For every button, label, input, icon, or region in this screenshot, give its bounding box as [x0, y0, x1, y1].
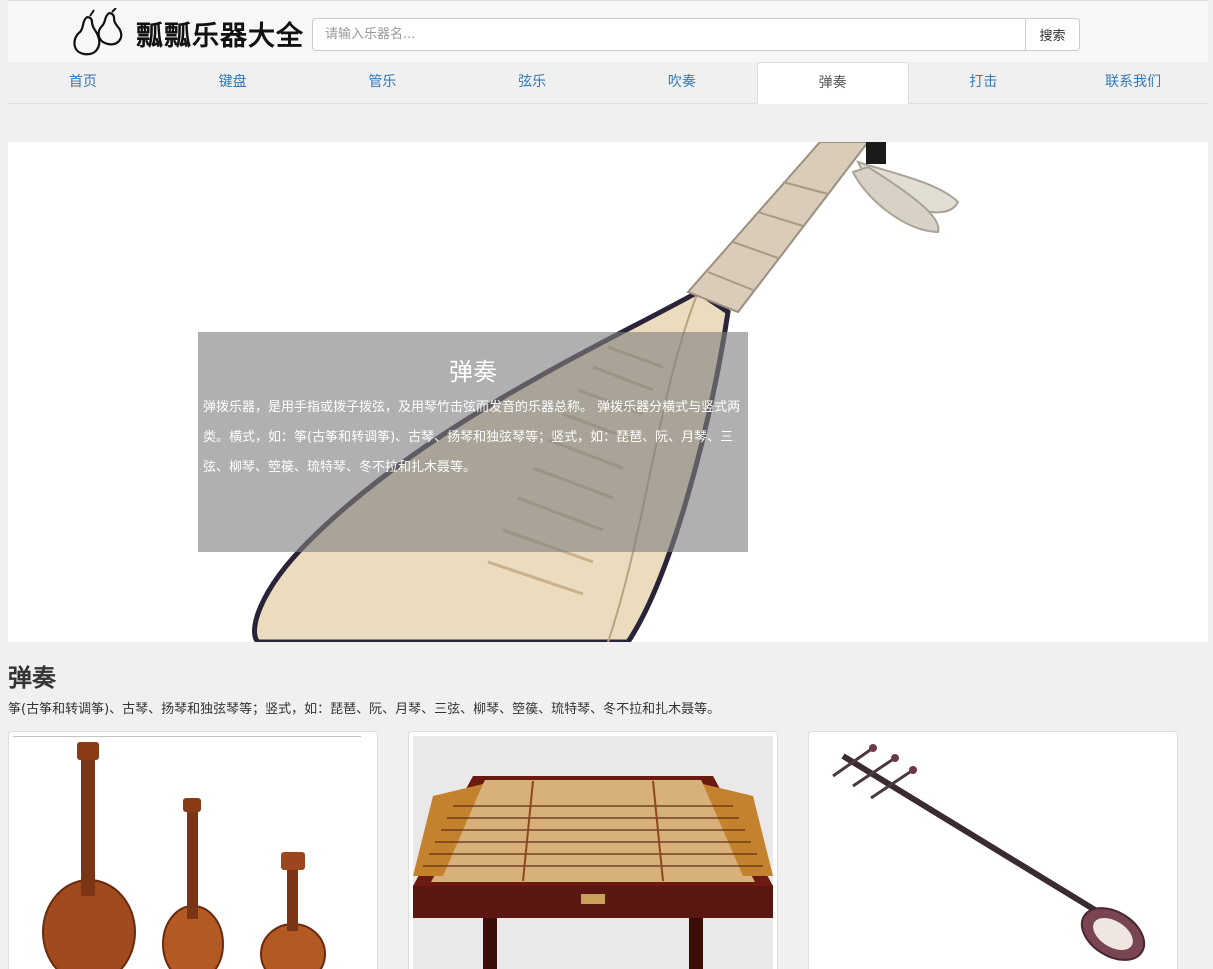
site-logo[interactable]: 瓢瓢乐器大全 [68, 7, 304, 59]
section-description: 筝(古筝和转调筝)、古琴、扬琴和独弦琴等；竖式，如：琵琶、阮、月琴、三弦、柳琴、… [8, 702, 721, 717]
tab-home[interactable]: 首页 [8, 62, 158, 103]
tab-wind[interactable]: 吹奏 [607, 62, 757, 103]
tab-keyboard[interactable]: 键盘 [158, 62, 308, 103]
hero-description: 弹拨乐器，是用手指或拨子拨弦，及用琴竹击弦而发音的乐器总称。 弹拨乐器分横式与竖… [203, 400, 741, 475]
search-bar: 搜索 [312, 18, 1080, 51]
yangqin-image [413, 736, 773, 969]
section-title: 弹奏 [8, 664, 56, 692]
instrument-card-yangqin[interactable] [408, 731, 778, 969]
search-input[interactable] [312, 18, 1026, 51]
tab-percussion[interactable]: 打击 [909, 62, 1059, 103]
tab-brass[interactable]: 管乐 [308, 62, 458, 103]
gourd-logo-icon [68, 8, 132, 58]
sanxian-image [813, 736, 1173, 969]
ruan-image [13, 736, 373, 969]
main-nav: 首页 键盘 管乐 弦乐 吹奏 弹奏 打击 联系我们 [8, 62, 1208, 104]
logo-text: 瓢瓢乐器大全 [136, 20, 304, 52]
hero-title: 弹奏 [449, 358, 497, 386]
tab-plucked[interactable]: 弹奏 [756, 62, 909, 104]
hero-banner: 弹奏 弹拨乐器，是用手指或拨子拨弦，及用琴竹击弦而发音的乐器总称。 弹拨乐器分横… [8, 142, 1208, 642]
hero-caption: 弹奏 弹拨乐器，是用手指或拨子拨弦，及用琴竹击弦而发音的乐器总称。 弹拨乐器分横… [198, 332, 748, 552]
instrument-card-ruan[interactable] [8, 731, 378, 969]
tab-contact[interactable]: 联系我们 [1058, 62, 1208, 103]
search-button[interactable]: 搜索 [1026, 18, 1080, 51]
tab-strings[interactable]: 弦乐 [457, 62, 607, 103]
instrument-card-sanxian[interactable] [808, 731, 1178, 969]
site-header: 瓢瓢乐器大全 搜索 [8, 0, 1208, 62]
